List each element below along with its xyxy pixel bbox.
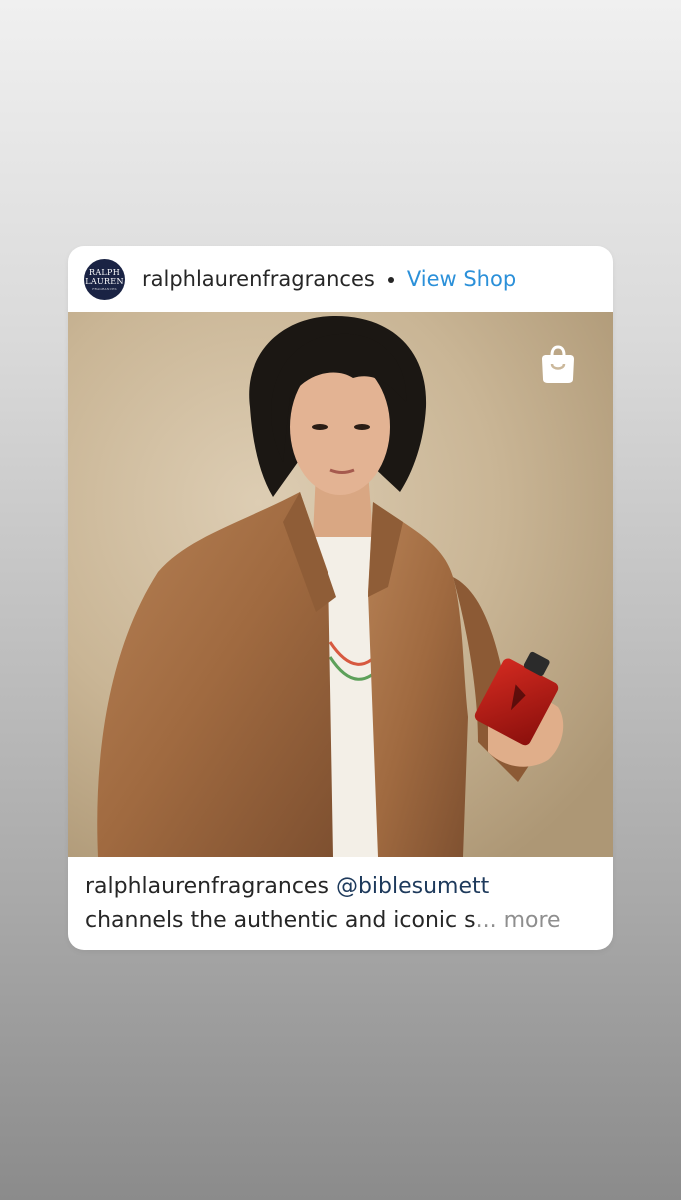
portrait-illustration (68, 312, 613, 857)
avatar-logo-line-1: RALPH (89, 267, 120, 277)
more-link[interactable]: more (504, 908, 561, 933)
shared-post-card[interactable]: RALPH LAUREN FRAGRANCES ralphlaurenfragr… (68, 246, 613, 950)
avatar[interactable]: RALPH LAUREN FRAGRANCES (84, 259, 125, 300)
separator-dot (387, 277, 394, 283)
caption-ellipsis: ... (475, 908, 497, 933)
username-link[interactable]: ralphlaurenfragrances (142, 267, 375, 291)
caption-mention[interactable]: @biblesumett (336, 874, 489, 899)
post-photo[interactable] (68, 312, 613, 857)
view-shop-link[interactable]: View Shop (407, 267, 516, 291)
header-text: ralphlaurenfragrances View Shop (142, 246, 516, 312)
caption-line-2: channels the authentic and iconic s... m… (85, 904, 600, 938)
post-header: RALPH LAUREN FRAGRANCES ralphlaurenfragr… (68, 246, 613, 312)
caption-text: channels the authentic and iconic s (85, 908, 476, 933)
caption-username[interactable]: ralphlaurenfragrances (85, 874, 329, 899)
avatar-logo-line-2: LAUREN (85, 276, 124, 286)
avatar-logo-line-3: FRAGRANCES (92, 286, 117, 291)
left-eye (312, 424, 328, 430)
right-eye (354, 424, 370, 430)
post-caption[interactable]: ralphlaurenfragrances @biblesumett chann… (85, 870, 600, 938)
caption-line-1: ralphlaurenfragrances @biblesumett (85, 870, 600, 904)
shopping-bag-icon[interactable] (538, 345, 578, 385)
